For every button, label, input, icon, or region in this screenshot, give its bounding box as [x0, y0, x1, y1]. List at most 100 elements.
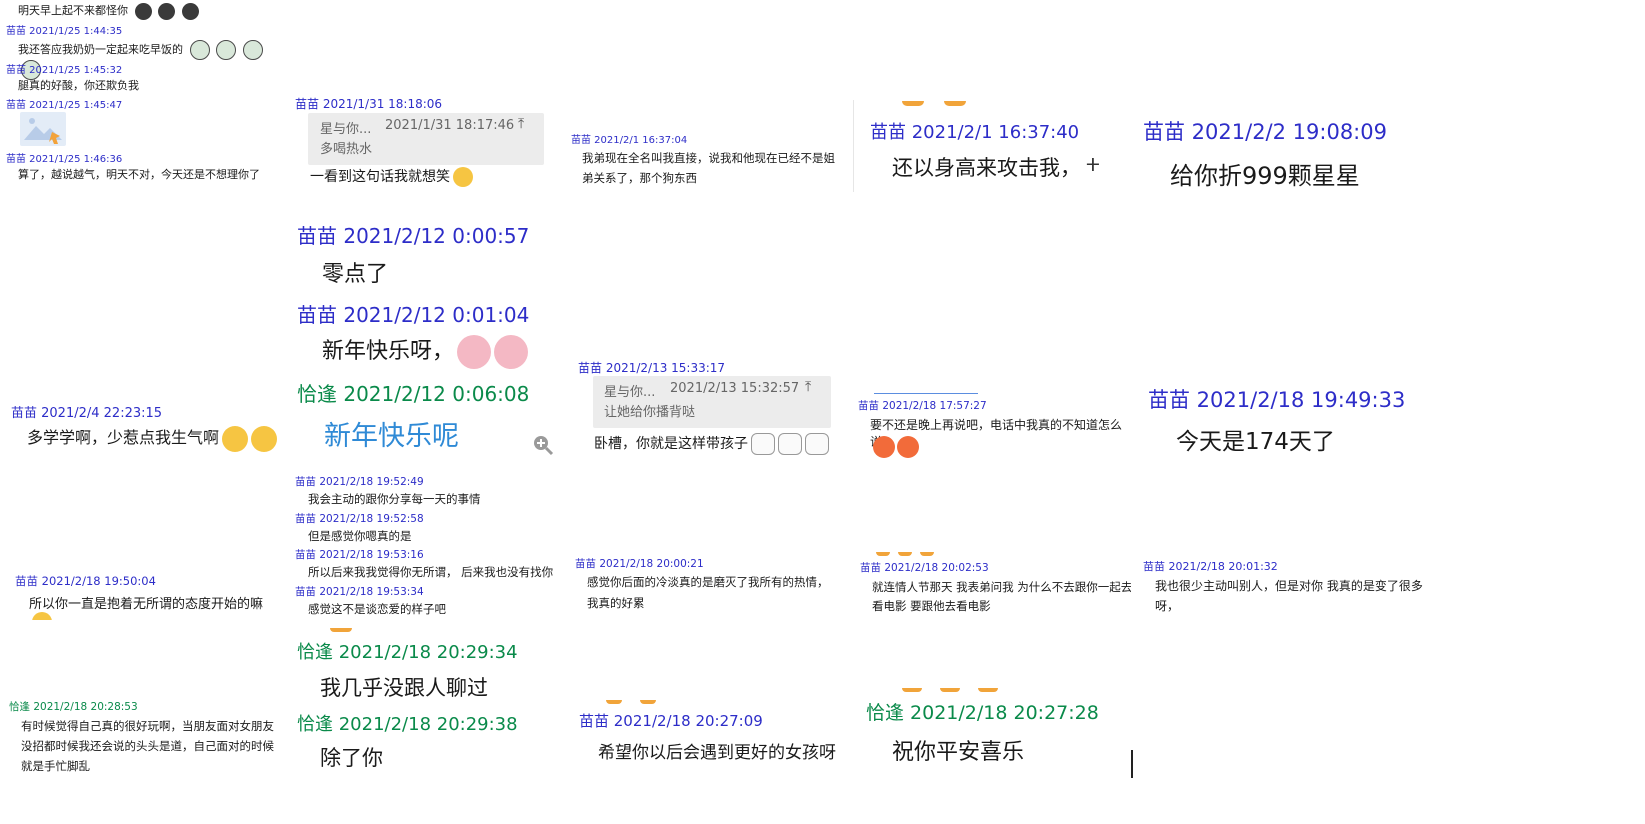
- text-cursor: [1131, 750, 1133, 778]
- message-header: 苗苗 2021/2/12 0:00:57: [297, 224, 530, 248]
- message-text: 多学学啊，少惹点我生气啊: [27, 424, 278, 452]
- message-header: 恰逢 2021/2/18 20:28:53: [9, 701, 138, 713]
- emoji-icon: [251, 425, 278, 452]
- message-text: 一看到这句话我就想笑: [310, 166, 473, 187]
- message-header: 苗苗 2021/2/18 17:57:27: [858, 400, 987, 412]
- text-cursor-icon: ⵜ: [1086, 155, 1100, 176]
- message-header: 苗苗 2021/2/4 22:23:15: [11, 406, 163, 421]
- message-header: 恰逢 2021/2/18 20:29:38: [297, 714, 518, 735]
- chat-snippet-14: 苗苗 2021/2/18 20:02:53 就连情人节那天 我表弟问我 为什么不…: [856, 552, 1131, 620]
- bear-emoji-icon: [751, 433, 775, 455]
- message-header: 苗苗 2021/2/13 15:33:17: [578, 361, 726, 375]
- emoji-icon: [940, 688, 960, 692]
- emoji-icon: [897, 436, 919, 458]
- emoji-icon: [902, 688, 922, 692]
- pig-emoji-icon: [457, 335, 492, 369]
- emoji-icon: [902, 101, 924, 106]
- message-header: 苗苗 2021/1/31 18:18:06: [295, 97, 443, 111]
- message-header: 苗苗 2021/2/18 19:49:33: [1148, 388, 1406, 412]
- emoji-icon: [189, 40, 210, 60]
- emoji-icon: [898, 552, 912, 556]
- message-text: 就连情人节那天 我表弟问我 为什么不去跟你一起去看电影 要跟他去看电影: [872, 580, 1131, 613]
- chat-snippet-16: 恰逢 2021/2/18 20:28:53 有时候觉得自己真的很好玩啊，当朋友面…: [5, 696, 280, 776]
- message-text: 新年快乐呢: [324, 421, 459, 452]
- message-text: 我弟现在全名叫我直接，说我和他现在已经不是姐弟关系了，那个狗东西: [582, 151, 835, 185]
- emoji-icon: [876, 552, 890, 556]
- message-header: 苗苗 2021/2/18 19:50:04: [15, 574, 156, 588]
- message-text: 今天是174天了: [1176, 429, 1335, 455]
- message-header: 苗苗 2021/2/18 20:02:53: [860, 562, 989, 574]
- laughing-emoji-icon: [453, 167, 473, 187]
- emoji-icon: [216, 40, 236, 60]
- quote-sender: 星与你...: [604, 385, 656, 400]
- message-header: 苗苗 2021/2/18 20:00:21: [575, 558, 704, 570]
- quote-text: 多喝热水: [320, 142, 373, 157]
- chat-snippet-11: 苗苗 2021/2/18 19:50:04 所以你一直是抱着无所谓的态度开始的嘛: [7, 570, 282, 620]
- emoji-icon: [873, 436, 895, 458]
- message-text: 感觉你后面的冷淡真的是磨灭了我所有的热情，我真的好累: [587, 575, 829, 610]
- emoji-icon: [944, 101, 966, 106]
- message-header: 苗苗 2021/2/18 19:53:34: [295, 586, 424, 598]
- quoted-reply[interactable]: 星与你... 2021/2/13 15:32:57 ⤒ 让她给你播背哒: [593, 376, 831, 428]
- message-header: 恰逢 2021/2/18 20:27:28: [866, 702, 1099, 724]
- message-header: 苗苗 2021/1/25 1:44:35: [6, 26, 123, 37]
- message-text: 卧槽，你就是这样带孩子: [594, 433, 829, 455]
- emoji-icon: [181, 2, 199, 20]
- emoji-icon: [920, 552, 934, 556]
- zoom-in-icon[interactable]: [532, 434, 554, 460]
- message-text: 给你折999颗星星: [1170, 162, 1360, 190]
- message-text: 祝你平安喜乐: [892, 740, 1025, 765]
- message-text: 所以你一直是抱着无所谓的态度开始的嘛: [29, 593, 282, 620]
- chat-snippet-5: 苗苗 2021/2/2 19:08:09 给你折999颗星星: [1138, 110, 1428, 200]
- message-header: 苗苗 2021/1/25 1:45:32: [6, 65, 123, 76]
- message-text: 明天早上起不来都怪你: [18, 2, 199, 20]
- pig-emoji-icon: [494, 335, 529, 369]
- message-text: 感觉这不是谈恋爱的样子吧: [308, 602, 446, 616]
- message-text: 除了你: [320, 746, 383, 770]
- chat-snippet-7: 苗苗 2021/2/12 0:00:57 零点了 苗苗 2021/2/12 0:…: [292, 214, 562, 464]
- chat-snippet-3: 苗苗 2021/2/1 16:37:04 我弟现在全名叫我直接，说我和他现在已经…: [568, 127, 838, 193]
- jump-to-quote-icon[interactable]: ⤒: [518, 116, 524, 132]
- bear-emoji-icon: [778, 433, 802, 455]
- message-header: 苗苗 2021/2/1 16:37:04: [571, 135, 688, 146]
- message-header: 苗苗 2021/2/18 19:53:16: [295, 549, 424, 561]
- chat-snippet-4: 苗苗 2021/2/1 16:37:40 还以身高来攻击我， ⵜ: [853, 100, 1124, 192]
- chat-snippet-13: 苗苗 2021/2/18 20:00:21 感觉你后面的冷淡真的是磨灭了我所有的…: [572, 552, 840, 618]
- message-header: 苗苗 2021/1/25 1:45:47: [6, 100, 123, 111]
- message-text: 但是感觉你嗯真的是: [308, 529, 412, 543]
- message-text: 零点了: [322, 262, 389, 287]
- chat-snippet-6: 苗苗 2021/2/4 22:23:15 多学学啊，少惹点我生气啊: [5, 398, 285, 466]
- quote-sender: 星与你...: [320, 122, 372, 137]
- jump-to-quote-icon[interactable]: ⤒: [805, 379, 811, 395]
- quote-text: 让她给你播背哒: [604, 405, 696, 420]
- message-text: 还以身高来攻击我，: [892, 156, 1081, 180]
- message-text: 我几乎没跟人聊过: [320, 676, 488, 700]
- quote-time: 2021/2/13 15:32:57: [670, 381, 800, 396]
- emoji-icon: [330, 628, 352, 632]
- chat-snippet-1: 明天早上起不来都怪你 苗苗 2021/1/25 1:44:35 我还答应我奶奶一…: [0, 0, 280, 190]
- message-header: 苗苗 2021/2/18 19:52:58: [295, 513, 424, 525]
- message-text: 希望你以后会遇到更好的女孩呀: [598, 743, 836, 763]
- chat-snippet-2: 苗苗 2021/1/31 18:18:06 星与你... 2021/1/31 1…: [292, 92, 552, 192]
- chat-snippet-12: 苗苗 2021/2/18 19:52:49 我会主动的跟你分享每一天的事情 苗苗…: [292, 472, 557, 620]
- emoji-icon: [242, 40, 263, 60]
- message-text: 算了，越说越气，明天不对，今天还是不想理你了: [18, 168, 260, 181]
- message-header: 苗苗 2021/2/18 20:01:32: [1143, 560, 1278, 573]
- emoji-icon: [978, 688, 998, 692]
- message-header: 苗苗 2021/2/1 16:37:40: [870, 122, 1080, 143]
- message-header: 苗苗 2021/2/2 19:08:09: [1143, 120, 1387, 144]
- emoji-icon: [134, 2, 152, 20]
- message-text: 新年快乐呀，: [322, 333, 529, 369]
- chat-snippet-19: 恰逢 2021/2/18 20:27:28 祝你平安喜乐: [862, 688, 1137, 778]
- quoted-reply[interactable]: 星与你... 2021/1/31 18:17:46 ⤒ 多喝热水: [308, 113, 544, 165]
- chat-snippet-15: 苗苗 2021/2/18 20:01:32 我也很少主动叫别人，但是对你 我真的…: [1140, 552, 1430, 620]
- chat-snippet-18: 苗苗 2021/2/18 20:27:09 希望你以后会遇到更好的女孩呀: [576, 700, 838, 770]
- message-header: 苗苗 2021/2/18 19:52:49: [295, 476, 424, 488]
- emoji-icon: [222, 425, 249, 452]
- image-placeholder-icon[interactable]: [20, 112, 66, 146]
- divider: [874, 393, 978, 394]
- chat-snippet-9: 苗苗 2021/2/18 17:57:27 要不还是晚上再说吧，电话中我真的不知…: [856, 388, 1131, 468]
- message-text: 我也很少主动叫别人，但是对你 我真的是变了很多呀，: [1155, 579, 1423, 613]
- emoji-icon: [640, 700, 656, 704]
- chat-snippet-8: 苗苗 2021/2/13 15:33:17 星与你... 2021/2/13 1…: [576, 355, 838, 460]
